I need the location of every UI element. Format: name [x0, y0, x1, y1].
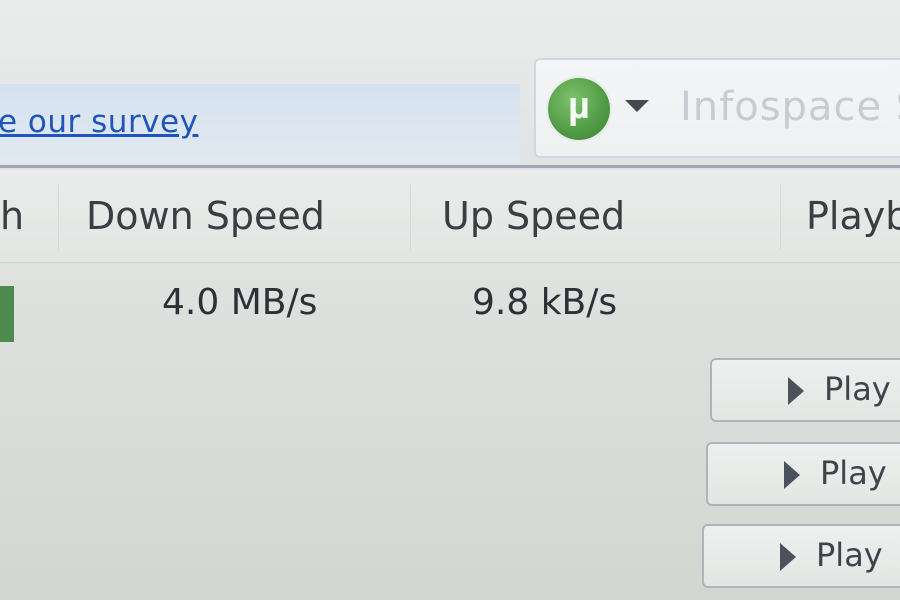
- progress-bar-fill: [0, 286, 14, 342]
- utorrent-logo-letter: µ: [568, 85, 590, 127]
- column-header-partial[interactable]: h: [0, 194, 24, 238]
- toolbar: e our survey µ Infospace S: [0, 0, 900, 170]
- column-header-row: h Down Speed Up Speed Playb: [0, 170, 900, 263]
- search-input[interactable]: Infospace S: [680, 84, 900, 130]
- column-header-up-speed[interactable]: Up Speed: [442, 194, 625, 238]
- play-icon: [780, 543, 796, 571]
- play-icon: [788, 377, 804, 405]
- play-button-2[interactable]: Play: [706, 442, 900, 506]
- play-button-label: Play: [820, 454, 887, 492]
- play-button-1[interactable]: Play: [710, 358, 900, 422]
- toolbar-divider: [0, 165, 900, 168]
- down-speed-value: 4.0 MB/s: [162, 282, 318, 323]
- play-icon: [784, 461, 800, 489]
- survey-link[interactable]: e our survey: [0, 104, 198, 140]
- column-separator[interactable]: [410, 184, 411, 250]
- column-separator[interactable]: [780, 184, 781, 250]
- utorrent-logo-icon[interactable]: µ: [548, 78, 610, 140]
- column-header-down-speed[interactable]: Down Speed: [86, 194, 325, 238]
- play-button-3[interactable]: Play: [702, 524, 900, 588]
- play-button-label: Play: [816, 536, 883, 574]
- play-button-label: Play: [824, 370, 891, 408]
- up-speed-value: 9.8 kB/s: [472, 282, 618, 323]
- table-row[interactable]: 4.0 MB/s 9.8 kB/s: [0, 262, 900, 352]
- column-header-playback[interactable]: Playb: [806, 194, 900, 238]
- chevron-down-icon[interactable]: [625, 100, 649, 112]
- column-separator[interactable]: [58, 184, 59, 250]
- utorrent-window: e our survey µ Infospace S h Down Speed …: [0, 0, 900, 600]
